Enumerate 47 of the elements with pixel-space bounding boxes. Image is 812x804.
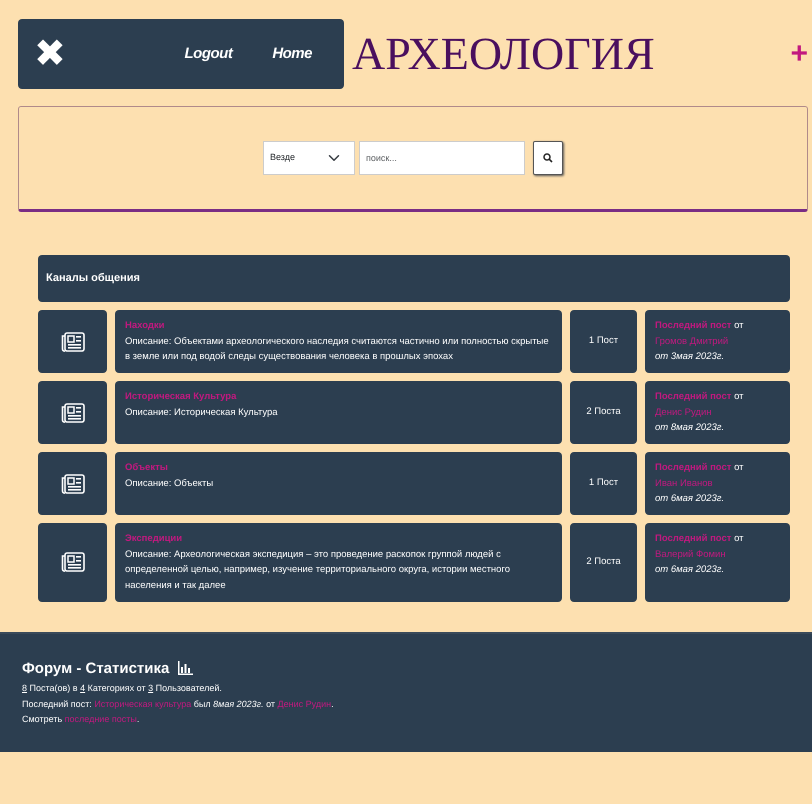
last-post-link[interactable]: Последний пост: [655, 391, 732, 402]
post-count: 1 Пост: [588, 334, 618, 348]
post-count: 2 Поста: [586, 555, 621, 570]
stats-summary: 8 Поста(ов) в 4 Категориях от 3 Пользователей.: [22, 682, 223, 696]
channel-description: Описание: Объекты: [125, 476, 214, 491]
channels-title: Каналы общения: [46, 271, 140, 286]
newspaper-icon: [60, 474, 84, 494]
author-link[interactable]: Валерий Фомин: [655, 548, 726, 560]
channel-description: Описание: Объектами археологического наследия считаются частично или полностью скрытые в земле или под водой следы существования человека в прошлых эпохах: [125, 334, 550, 364]
post-count: 2 Поста: [586, 405, 621, 420]
site-title: АРХЕОЛОГИЯ: [352, 30, 655, 76]
post-count: 1 Пост: [588, 476, 618, 490]
nav-link[interactable]: Home: [272, 42, 312, 66]
newspaper-icon: [60, 552, 84, 572]
from-label: от: [734, 320, 744, 331]
channel-link[interactable]: Историческая Культура: [125, 389, 552, 405]
search-icon: [543, 152, 553, 163]
post-date: от 6мая 2023г.: [655, 492, 726, 506]
author-link[interactable]: Иван Иванов: [655, 478, 713, 489]
view-latest-line: Смотреть последние посты.: [22, 712, 140, 726]
nav-link[interactable]: Logout: [184, 42, 232, 66]
bar-chart-icon: [177, 661, 194, 676]
channel-link[interactable]: Объекты: [125, 460, 552, 476]
last-post-line: Последний пост: Историческая культура был 8мая 2023г. от Денис Рудин.: [22, 698, 335, 711]
search-button[interactable]: [533, 141, 563, 175]
plus-icon[interactable]: +: [790, 38, 808, 68]
newspaper-icon: [60, 402, 84, 423]
last-post-link[interactable]: Последний пост: [655, 320, 732, 331]
channel-description: Описание: Археологическая экспедиция – это проведение раскопок группой людей с определенной целью, например, изучение территориального округа, истории местного населения и так далее: [125, 548, 511, 594]
post-date: от 8мая 2023г.: [655, 421, 726, 436]
last-post-link[interactable]: Последний пост: [655, 533, 732, 544]
channel-link[interactable]: Находки: [125, 318, 552, 334]
author-link[interactable]: Денис Рудин: [655, 406, 712, 418]
from-label: от: [734, 391, 744, 402]
post-date: от 6мая 2023г.: [655, 563, 726, 578]
post-date: от 3мая 2023г.: [655, 350, 726, 364]
last-post-link[interactable]: Последний пост: [655, 462, 732, 474]
from-label: от: [734, 462, 744, 474]
close-icon[interactable]: ✖: [34, 35, 66, 73]
channel-link[interactable]: Экспедиции: [125, 531, 552, 547]
author-link[interactable]: Громов Дмитрий: [655, 336, 728, 347]
search-field[interactable]: поиск...: [359, 141, 525, 175]
from-label: от: [734, 533, 744, 544]
channel-description: Описание: Историческая Культура: [125, 406, 279, 420]
newspaper-icon: [60, 332, 84, 352]
stats-title: Форум - Статистика: [22, 658, 170, 679]
scope-select[interactable]: Везде: [263, 141, 355, 175]
